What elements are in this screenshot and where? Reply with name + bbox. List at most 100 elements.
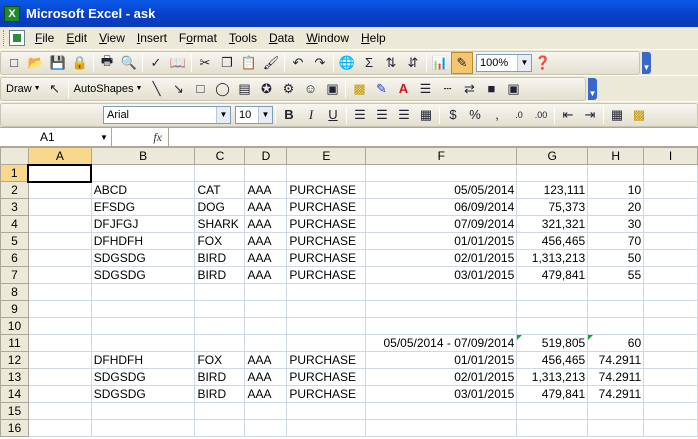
copy-icon[interactable]: ❐: [216, 52, 238, 74]
textbox-icon[interactable]: ▤: [233, 78, 255, 100]
cell-h5[interactable]: 70: [587, 232, 645, 250]
arrow-style-icon[interactable]: ⇄: [458, 78, 480, 100]
decrease-decimal-icon[interactable]: .00: [530, 104, 552, 126]
menu-window[interactable]: Window: [300, 31, 355, 45]
picture-icon[interactable]: ▣: [321, 78, 343, 100]
cell-b2[interactable]: ABCD: [90, 181, 196, 199]
cell-c10[interactable]: [194, 317, 246, 335]
cell-e3[interactable]: PURCHASE: [286, 198, 367, 216]
cell-h13[interactable]: 74.2911: [587, 368, 645, 386]
cell-c4[interactable]: SHARK: [194, 215, 246, 233]
cell-f6[interactable]: 02/01/2015: [365, 249, 518, 267]
cell-b1[interactable]: [90, 164, 196, 182]
3d-style-icon[interactable]: ▣: [502, 78, 524, 100]
column-header-a[interactable]: A: [27, 147, 92, 165]
cell-f11[interactable]: 05/05/2014 - 07/09/2014: [365, 334, 518, 352]
cell-e1[interactable]: [286, 164, 367, 182]
align-right-icon[interactable]: ☰: [393, 104, 415, 126]
cell-d1[interactable]: [244, 164, 288, 182]
column-header-b[interactable]: B: [90, 147, 196, 165]
hyperlink-icon[interactable]: 🌐: [336, 52, 358, 74]
cell-g12[interactable]: 456,465: [516, 351, 589, 369]
cell-f16[interactable]: [365, 419, 518, 437]
cell-i7[interactable]: [643, 266, 698, 284]
autoshapes-button[interactable]: AutoShapes ▼: [71, 83, 146, 95]
cell-b6[interactable]: SDGSDG: [90, 249, 196, 267]
cell-g16[interactable]: [516, 419, 589, 437]
redo-icon[interactable]: ↷: [309, 52, 331, 74]
cell-h4[interactable]: 30: [587, 215, 645, 233]
bold-button[interactable]: B: [278, 104, 300, 126]
chevron-down-icon[interactable]: ▼: [97, 128, 111, 146]
row-header[interactable]: 16: [0, 419, 29, 437]
cell-a2[interactable]: [27, 181, 92, 199]
zoom-select[interactable]: 100% ▼: [476, 53, 532, 72]
cell-i8[interactable]: [643, 283, 698, 301]
cell-c8[interactable]: [194, 283, 246, 301]
cell-b8[interactable]: [90, 283, 196, 301]
borders-icon[interactable]: ▦: [606, 104, 628, 126]
research-icon[interactable]: 📖: [167, 52, 189, 74]
arrow-icon[interactable]: ↘: [167, 78, 189, 100]
drawing-icon[interactable]: ✎: [451, 51, 473, 74]
cell-a5[interactable]: [27, 232, 92, 250]
cell-h10[interactable]: [587, 317, 645, 335]
fill-color-icon[interactable]: ▩: [348, 78, 370, 100]
row-header[interactable]: 5: [0, 232, 29, 250]
cell-i13[interactable]: [643, 368, 698, 386]
oval-icon[interactable]: ◯: [211, 78, 233, 100]
align-left-icon[interactable]: ☰: [349, 104, 371, 126]
cell-f10[interactable]: [365, 317, 518, 335]
cell-d8[interactable]: [244, 283, 288, 301]
line-icon[interactable]: ╲: [145, 78, 167, 100]
cell-h9[interactable]: [587, 300, 645, 318]
currency-button[interactable]: $: [442, 104, 464, 126]
cell-g8[interactable]: [516, 283, 589, 301]
spreadsheet-grid[interactable]: ABCDEFGHI 1 2 ABCD CAT AAA PURCHASE 05/05/2014…: [0, 147, 698, 439]
name-box[interactable]: A1 ▼: [0, 128, 112, 146]
cell-a10[interactable]: [27, 317, 92, 335]
cell-c2[interactable]: CAT: [194, 181, 246, 199]
row-header[interactable]: 14: [0, 385, 29, 403]
cell-g14[interactable]: 479,841: [516, 385, 589, 403]
cell-c9[interactable]: [194, 300, 246, 318]
menu-insert[interactable]: Insert: [131, 31, 173, 45]
cell-e10[interactable]: [286, 317, 367, 335]
cell-h14[interactable]: 74.2911: [587, 385, 645, 403]
cell-b10[interactable]: [90, 317, 196, 335]
select-objects-icon[interactable]: ↖: [44, 78, 66, 100]
open-icon[interactable]: 📂: [25, 52, 47, 74]
cell-c13[interactable]: BIRD: [194, 368, 246, 386]
decrease-indent-icon[interactable]: ⇤: [557, 104, 579, 126]
column-header-i[interactable]: I: [643, 147, 698, 165]
cell-h2[interactable]: 10: [587, 181, 645, 199]
cell-e9[interactable]: [286, 300, 367, 318]
cell-i5[interactable]: [643, 232, 698, 250]
menu-file[interactable]: File: [29, 31, 60, 45]
cell-g10[interactable]: [516, 317, 589, 335]
cell-i2[interactable]: [643, 181, 698, 199]
cell-i16[interactable]: [643, 419, 698, 437]
cell-d3[interactable]: AAA: [244, 198, 288, 216]
cell-i3[interactable]: [643, 198, 698, 216]
cell-h12[interactable]: 74.2911: [587, 351, 645, 369]
cell-i10[interactable]: [643, 317, 698, 335]
cell-b14[interactable]: SDGSDG: [90, 385, 196, 403]
row-header[interactable]: 9: [0, 300, 29, 318]
cell-b13[interactable]: SDGSDG: [90, 368, 196, 386]
rectangle-icon[interactable]: □: [189, 78, 211, 100]
chevron-down-icon[interactable]: ▼: [216, 106, 230, 123]
cell-e2[interactable]: PURCHASE: [286, 181, 367, 199]
cut-icon[interactable]: ✂: [194, 52, 216, 74]
cell-a7[interactable]: [27, 266, 92, 284]
cell-c5[interactable]: FOX: [194, 232, 246, 250]
shadow-icon[interactable]: ■: [480, 78, 502, 100]
autosum-icon[interactable]: Σ: [358, 52, 380, 74]
row-header[interactable]: 10: [0, 317, 29, 335]
cell-i4[interactable]: [643, 215, 698, 233]
menu-grip[interactable]: [3, 30, 6, 46]
cell-d12[interactable]: AAA: [244, 351, 288, 369]
column-header-h[interactable]: H: [587, 147, 645, 165]
cell-g2[interactable]: 123,111: [516, 181, 589, 199]
print-preview-icon[interactable]: 🔍: [118, 52, 140, 74]
